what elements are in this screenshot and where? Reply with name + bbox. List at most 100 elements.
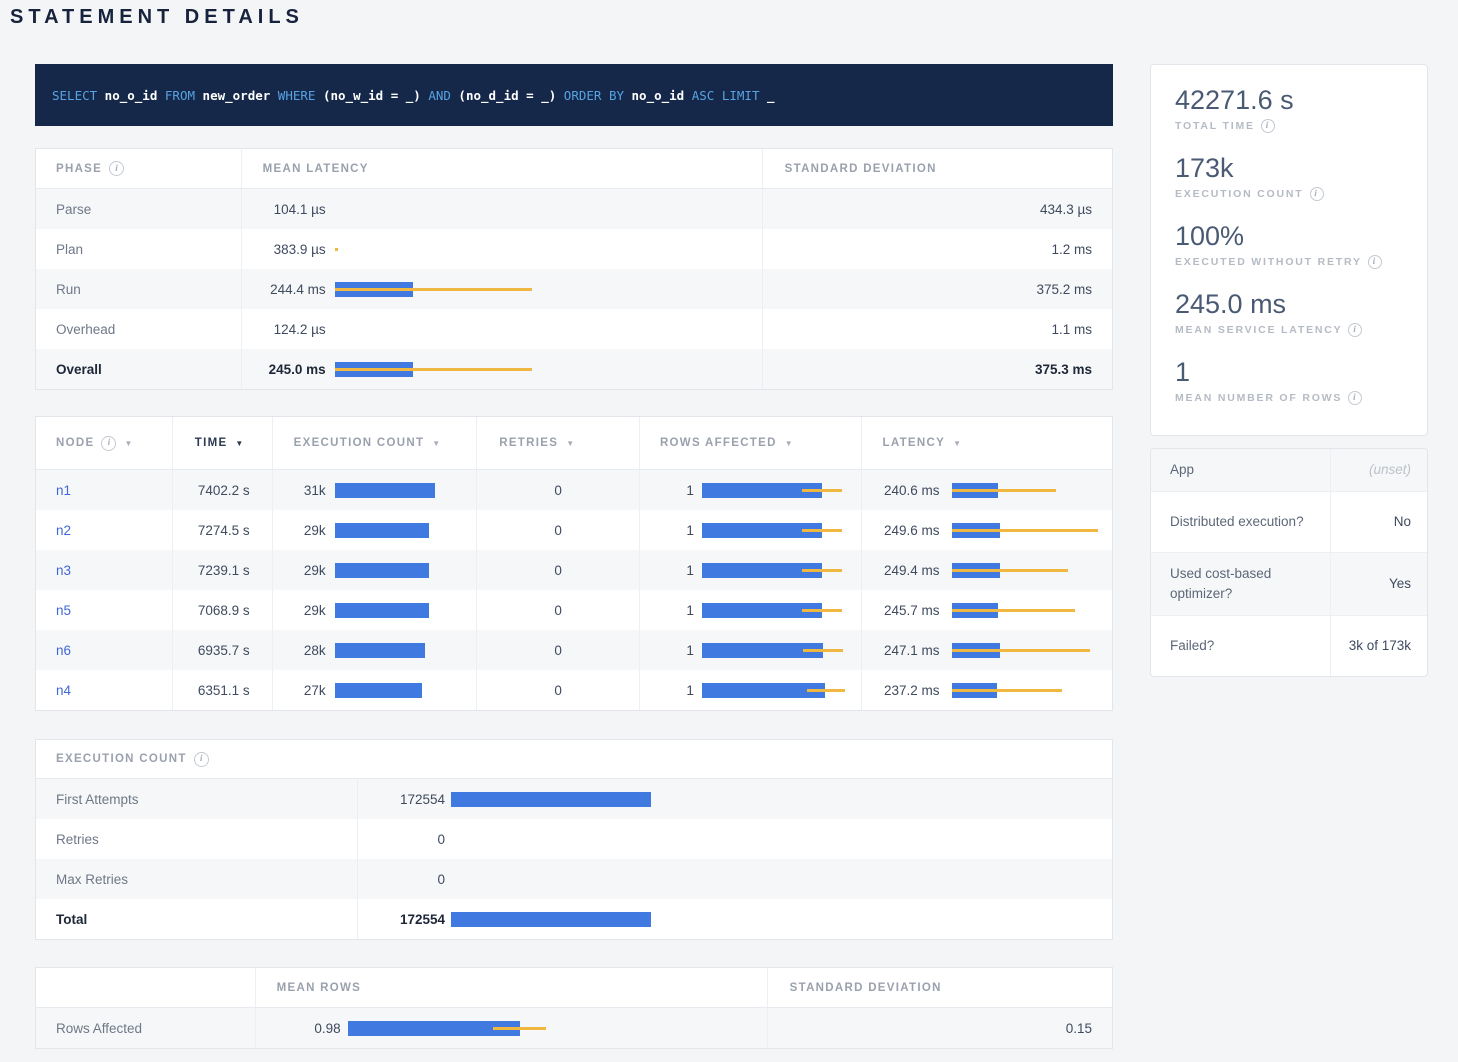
stddev-line [802, 529, 842, 532]
execution-count-header: EXECUTION COUNT i [36, 740, 1112, 779]
col-header-retries[interactable]: RETRIES ▼ [477, 417, 640, 469]
node-table-header: NODE i ▼ TIME ▼ EXECUTION COUNT ▼ RETRIE… [36, 417, 1112, 470]
execution-count-value: 31k [273, 483, 326, 498]
retries-value: 0 [554, 643, 562, 658]
stat-label: MEAN SERVICE LATENCY i [1175, 323, 1403, 337]
latency-value: 247.1 ms [862, 643, 940, 658]
latency-bar [952, 603, 1075, 618]
node-link[interactable]: n3 [56, 563, 71, 578]
stddev-line [952, 529, 1098, 532]
node-link[interactable]: n1 [56, 483, 71, 498]
std-dev-cell: 434.3 µs [763, 189, 1112, 229]
stat-label: MEAN NUMBER OF ROWS i [1175, 391, 1403, 405]
phase-name-cell: Overhead [36, 309, 242, 349]
phase-row: Overall245.0 ms375.3 ms [36, 349, 1112, 389]
retries-cell: 0 [477, 550, 640, 590]
col-header-mean-latency: MEAN LATENCY [242, 149, 763, 188]
node-link[interactable]: n4 [56, 683, 71, 698]
stddev-line [802, 569, 842, 572]
time-value: 6935.7 s [198, 643, 250, 658]
node-cell: n3 [36, 550, 173, 590]
execution-count-bar [335, 563, 429, 578]
latency-value: 240.6 ms [862, 483, 940, 498]
rows-affected-bar [702, 563, 842, 578]
node-row: n37239.1 s29k01249.4 ms [36, 550, 1112, 590]
col-header-execution-count[interactable]: EXECUTION COUNT ▼ [273, 417, 478, 469]
phase-latency-table: PHASE i MEAN LATENCY STANDARD DEVIATION … [35, 148, 1113, 390]
exec-value-cell: 172554 [358, 899, 1112, 939]
stat-value: 100% [1175, 221, 1403, 252]
sql-keyword: ASC LIMIT [684, 88, 759, 103]
node-link[interactable]: n6 [56, 643, 71, 658]
exec-value-cell: 0 [358, 819, 1112, 859]
node-row: n27274.5 s29k01249.6 ms [36, 510, 1112, 550]
col-header-latency[interactable]: LATENCY ▼ [862, 417, 1113, 469]
info-icon[interactable]: i [1261, 119, 1275, 133]
mean-latency-value: 104.1 µs [242, 202, 326, 217]
rows-affected-cell: 1 [640, 590, 862, 630]
latency-cell: 245.7 ms [862, 590, 1113, 630]
exec-count-bar [451, 792, 651, 807]
info-icon[interactable]: i [1348, 323, 1362, 337]
statement-details-page: STATEMENT DETAILS SELECT no_o_id FROM ne… [0, 0, 1458, 1062]
col-header-time[interactable]: TIME ▼ [173, 417, 273, 469]
latency-value: 237.2 ms [862, 683, 940, 698]
col-header-rows-affected[interactable]: ROWS AFFECTED ▼ [640, 417, 862, 469]
info-icon[interactable]: i [1348, 391, 1362, 405]
execution-count-value: 29k [273, 603, 326, 618]
std-dev-value: 0.15 [1066, 1021, 1092, 1036]
mean-latency-cell: 244.4 ms [242, 269, 763, 309]
mean-bar [451, 792, 651, 807]
execution-count-cell: 29k [273, 550, 478, 590]
rows-affected-cell: 1 [640, 510, 862, 550]
mean-latency-cell: 245.0 ms [242, 349, 763, 389]
node-link[interactable]: n5 [56, 603, 71, 618]
stat-label-text: TOTAL TIME [1175, 120, 1255, 132]
exec-row-label: First Attempts [56, 792, 139, 807]
summary-sidebar: 42271.6 sTOTAL TIMEi173kEXECUTION COUNTi… [1150, 64, 1428, 677]
sql-identifier: (no_d_id = _) [451, 88, 556, 103]
phase-label: Parse [56, 202, 91, 217]
mean-bar [335, 563, 429, 578]
time-cell: 7274.5 s [173, 510, 273, 550]
std-dev-value: 434.3 µs [1040, 202, 1092, 217]
exec-row-value: 172554 [358, 912, 445, 927]
stddev-line [802, 609, 842, 612]
stddev-line [952, 689, 1062, 692]
info-icon[interactable]: i [101, 436, 116, 451]
std-dev-cell: 1.2 ms [763, 229, 1112, 269]
mean-latency-bar [335, 242, 338, 257]
sql-identifier: no_o_id [97, 88, 157, 103]
retries-value: 0 [554, 523, 562, 538]
mean-rows-value: 0.98 [256, 1021, 341, 1036]
info-icon[interactable]: i [1310, 187, 1324, 201]
info-icon[interactable]: i [194, 752, 209, 767]
mean-latency-value: 124.2 µs [242, 322, 326, 337]
rows-affected-value: 1 [640, 563, 694, 578]
time-value: 7402.2 s [198, 483, 250, 498]
exec-label-cell: Retries [36, 819, 358, 859]
latency-bar [952, 523, 1098, 538]
phase-name-cell: Parse [36, 189, 242, 229]
execution-count-cell: 31k [273, 470, 478, 510]
property-row: Used cost-based optimizer?Yes [1151, 553, 1427, 616]
info-icon[interactable]: i [1368, 255, 1382, 269]
rows-affected-bar [702, 643, 843, 658]
execution-count-table: EXECUTION COUNT i First Attempts 172554 Re… [35, 739, 1113, 940]
col-header-node[interactable]: NODE i ▼ [36, 417, 173, 469]
col-header-phase: PHASE i [36, 149, 242, 188]
stat-label-text: MEAN NUMBER OF ROWS [1175, 392, 1342, 404]
property-row: App(unset) [1151, 449, 1427, 492]
info-icon[interactable]: i [109, 161, 124, 176]
node-link[interactable]: n2 [56, 523, 71, 538]
property-row: Distributed execution?No [1151, 492, 1427, 553]
time-cell: 6935.7 s [173, 630, 273, 670]
stddev-line [335, 368, 532, 371]
exec-label-cell: First Attempts [36, 779, 358, 819]
stat-label-text: MEAN SERVICE LATENCY [1175, 324, 1342, 336]
mean-latency-cell: 383.9 µs [242, 229, 763, 269]
stat-value: 245.0 ms [1175, 289, 1403, 320]
mean-bar [335, 603, 429, 618]
stat-label: EXECUTION COUNTi [1175, 187, 1403, 201]
col-header-mean-rows: MEAN ROWS [256, 968, 768, 1007]
